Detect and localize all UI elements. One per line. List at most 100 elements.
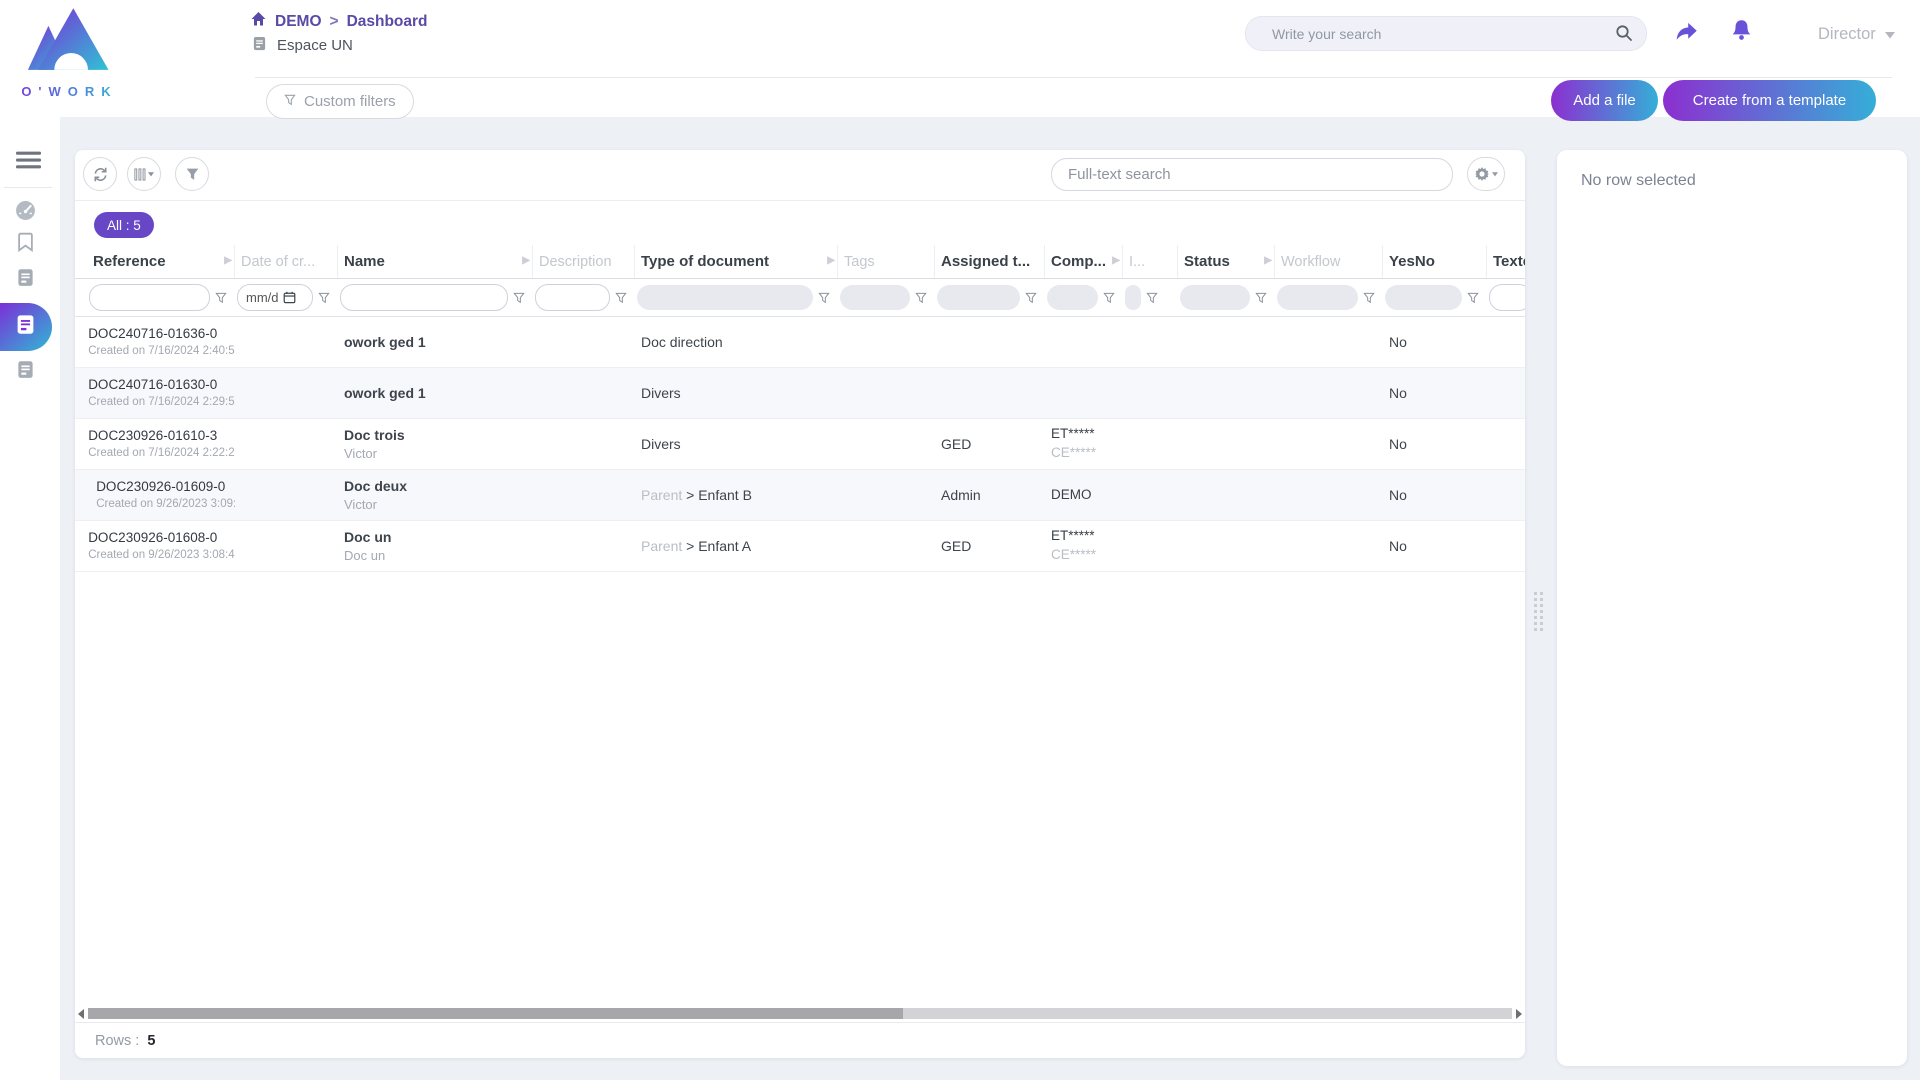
funnel-outline-icon <box>1255 292 1267 304</box>
column-header-texte[interactable]: Texte <box>1487 245 1525 278</box>
filter-input-description[interactable] <box>535 284 610 311</box>
user-role-menu[interactable]: Director <box>1818 25 1895 44</box>
menu-hamburger-icon[interactable] <box>16 150 41 175</box>
filter-cell-workflow <box>1275 285 1383 310</box>
cell-name: Doc deuxVictor <box>338 470 533 520</box>
global-search-input[interactable] <box>1246 17 1646 50</box>
breadcrumb-home-link[interactable]: DEMO <box>275 13 322 31</box>
column-label: I... <box>1129 254 1145 270</box>
logo-text: O'WORK <box>10 84 122 99</box>
custom-filters-button[interactable]: Custom filters <box>266 84 414 119</box>
cell-extra <box>1123 368 1178 418</box>
add-file-button[interactable]: Add a file <box>1551 80 1658 121</box>
column-label: Assigned t... <box>941 253 1030 270</box>
column-header-company[interactable]: Comp...▶ <box>1045 245 1123 278</box>
home-icon[interactable] <box>250 11 267 32</box>
filter-button[interactable] <box>175 157 209 191</box>
column-header-assigned[interactable]: Assigned t... <box>935 245 1045 278</box>
rows-label: Rows : <box>95 1033 139 1049</box>
filter-input-texte[interactable] <box>1489 284 1525 311</box>
column-header-reference[interactable]: Reference▶ <box>87 245 235 278</box>
column-label: Date of cr... <box>241 254 315 270</box>
columns-button[interactable] <box>127 157 161 191</box>
table-settings-button[interactable] <box>1467 157 1505 191</box>
create-from-template-button[interactable]: Create from a template <box>1663 80 1876 121</box>
filter-input-name[interactable] <box>340 284 508 311</box>
sort-caret-icon: ▶ <box>1264 255 1272 266</box>
column-header-yesno[interactable]: YesNo <box>1383 245 1487 278</box>
column-header-description[interactable]: Description <box>533 245 635 278</box>
cell-yesno: No <box>1383 521 1487 571</box>
column-header-type[interactable]: Type of document▶ <box>635 245 838 278</box>
scroll-left-arrow-icon[interactable] <box>78 1009 84 1019</box>
sidebar-item-dashboard[interactable] <box>15 200 36 226</box>
scrollbar-thumb[interactable] <box>88 1008 903 1019</box>
app-logo[interactable]: O'WORK <box>10 5 122 99</box>
company-value: DEMO <box>1051 486 1115 505</box>
sidebar-item-bookmarks[interactable] <box>17 232 34 257</box>
cell-reference: wDOC230926-01609-0Created on 9/26/2023 3… <box>87 470 235 520</box>
cell-status <box>1178 317 1275 367</box>
breadcrumb: DEMO > Dashboard <box>250 11 428 32</box>
sort-caret-icon: ▶ <box>522 255 530 266</box>
table-toolbar <box>75 150 1525 201</box>
cell-status <box>1178 419 1275 469</box>
header-divider <box>255 77 1892 78</box>
journal-icon <box>252 36 267 55</box>
scroll-right-arrow-icon[interactable] <box>1516 1009 1522 1019</box>
filter-cell-texte <box>1487 284 1525 311</box>
table-row[interactable]: DOC240716-01636-0Created on 7/16/2024 2:… <box>75 317 1525 368</box>
table-row[interactable]: DOC230926-01610-3Created on 7/16/2024 2:… <box>75 419 1525 470</box>
fulltext-search-input[interactable] <box>1052 159 1452 190</box>
filter-cell-type <box>635 285 838 310</box>
global-search <box>1245 16 1647 51</box>
document-subname: Victor <box>344 496 525 514</box>
share-button[interactable] <box>1674 21 1699 47</box>
all-count-badge[interactable]: All : 5 <box>94 212 154 238</box>
column-header-extra[interactable]: I... <box>1123 245 1178 278</box>
refresh-button[interactable] <box>83 157 117 191</box>
notifications-button[interactable] <box>1729 18 1754 48</box>
sidebar-item-documents[interactable] <box>16 268 35 292</box>
cell-reference: DOC230926-01610-3Created on 7/16/2024 2:… <box>87 419 235 469</box>
bell-icon <box>1729 33 1754 48</box>
funnel-outline-icon <box>1103 292 1115 304</box>
space-label: Espace UN <box>277 37 353 54</box>
filter-disabled-workflow <box>1277 285 1358 310</box>
cell-yesno: No <box>1383 368 1487 418</box>
breadcrumb-current-page[interactable]: Dashboard <box>347 13 428 31</box>
panel-resize-handle[interactable] <box>1534 592 1543 642</box>
column-header-workflow[interactable]: Workflow <box>1275 245 1383 278</box>
user-role-label: Director <box>1818 25 1876 44</box>
column-header-date[interactable]: Date of cr... <box>235 245 338 278</box>
sidebar-item-archives[interactable] <box>16 360 35 384</box>
logo-mountain-icon <box>22 66 110 83</box>
cell-texte <box>1487 317 1525 367</box>
table-row[interactable]: DOC240716-01630-0Created on 7/16/2024 2:… <box>75 368 1525 419</box>
filter-cell-status <box>1178 285 1275 310</box>
sidebar-item-ged-active[interactable] <box>0 303 52 351</box>
journal-icon <box>15 314 36 340</box>
funnel-outline-icon <box>1146 292 1158 304</box>
filter-input-reference[interactable] <box>89 284 210 311</box>
cell-type: Doc direction <box>635 317 838 367</box>
document-name: owork ged 1 <box>344 384 525 403</box>
document-type: Parent > Enfant B <box>641 487 830 503</box>
reference-number: DOC230926-01609-0 <box>96 478 235 497</box>
filter-date-date[interactable]: mm/d <box>237 284 313 311</box>
cell-type: Parent > Enfant B <box>635 470 838 520</box>
company-subvalue: CE***** <box>1051 444 1115 463</box>
yesno-value: No <box>1389 436 1479 452</box>
column-header-tags[interactable]: Tags <box>838 245 935 278</box>
sidebar-divider <box>4 187 52 188</box>
column-header-status[interactable]: Status▶ <box>1178 245 1275 278</box>
horizontal-scrollbar[interactable] <box>77 1007 1523 1020</box>
table-row[interactable]: DOC230926-01608-0Created on 9/26/2023 3:… <box>75 521 1525 572</box>
search-icon[interactable] <box>1615 24 1633 47</box>
cell-assigned: GED <box>935 521 1045 571</box>
cell-tags <box>838 521 935 571</box>
table-row[interactable]: wDOC230926-01609-0Created on 9/26/2023 3… <box>75 470 1525 521</box>
column-header-name[interactable]: Name▶ <box>338 245 533 278</box>
filter-disabled-yesno <box>1385 285 1462 310</box>
space-subtitle: Espace UN <box>252 36 353 55</box>
